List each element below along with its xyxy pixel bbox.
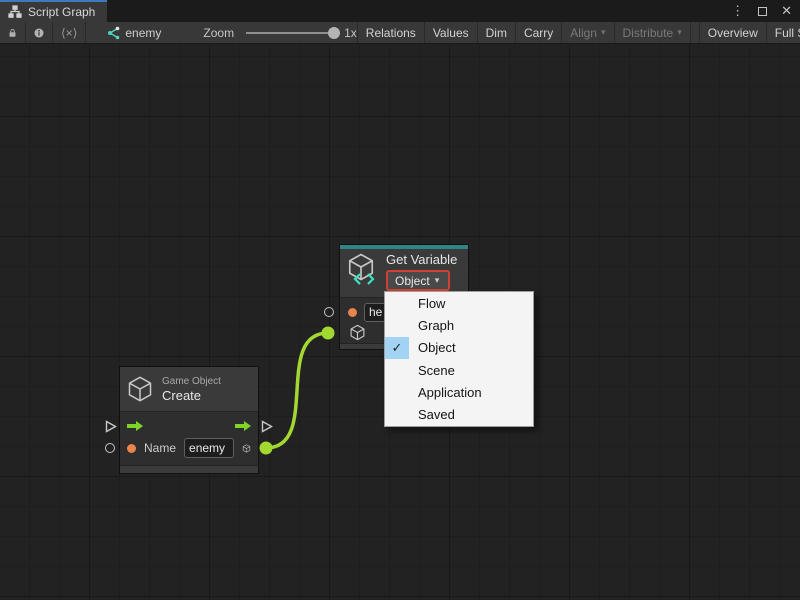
zoom-value: 1x <box>344 26 357 40</box>
menu-item-object[interactable]: ✓ Object <box>385 337 533 359</box>
menu-item-flow[interactable]: Flow <box>385 292 533 314</box>
cube-icon <box>349 324 366 341</box>
menu-item-label: Object <box>409 340 456 355</box>
script-graph-icon <box>8 5 22 19</box>
values-label: Values <box>433 26 469 40</box>
overview-label: Overview <box>708 26 758 40</box>
graph-icon <box>106 26 120 40</box>
flow-input-port-triangle[interactable] <box>105 420 117 433</box>
zoom-slider-handle[interactable] <box>328 27 340 39</box>
flow-arrow-icon[interactable] <box>234 420 252 432</box>
node-title: Create <box>162 388 221 404</box>
close-icon[interactable]: ✕ <box>781 3 792 19</box>
zoom-slider[interactable] <box>246 32 338 34</box>
scope-dropdown-menu: Flow Graph ✓ Object Scene Application Sa… <box>384 291 534 427</box>
name-value-field[interactable] <box>184 438 234 458</box>
node-footer <box>120 465 258 473</box>
overview-button[interactable]: Overview <box>700 22 766 43</box>
wire-end-dot <box>322 327 335 340</box>
flow-arrow-icon[interactable] <box>126 420 144 432</box>
dim-label: Dim <box>486 26 507 40</box>
check-cell <box>385 381 409 403</box>
maximize-icon[interactable] <box>758 7 767 16</box>
window-menu-button[interactable]: ⋮ <box>731 3 744 19</box>
full-screen-button[interactable]: Full Screen <box>767 22 800 43</box>
full-screen-label: Full Screen <box>775 26 800 40</box>
check-cell <box>385 314 409 336</box>
cube-icon <box>126 375 154 403</box>
info-icon <box>34 26 44 40</box>
align-label: Align <box>570 26 597 40</box>
carry-button[interactable]: Carry <box>516 22 561 43</box>
window-controls: ⋮ ✕ <box>731 0 800 22</box>
chevron-down-icon: ▾ <box>601 27 606 38</box>
check-cell <box>385 292 409 314</box>
toolbar-right-group: Relations Values Dim Carry Align ▾ Distr… <box>357 22 800 43</box>
scope-label: Object <box>395 274 430 288</box>
relations-label: Relations <box>366 26 416 40</box>
tab-script-graph[interactable]: Script Graph <box>0 0 107 22</box>
zoom-label: Zoom <box>203 26 234 40</box>
distribute-label: Distribute <box>623 26 674 40</box>
node-header: Game Object Create <box>120 367 258 411</box>
teal-brackets-icon <box>353 273 375 285</box>
lock-icon <box>8 26 17 40</box>
node-body: Name <box>120 411 258 465</box>
chevron-down-icon: ▾ <box>435 275 440 286</box>
menu-item-label: Saved <box>409 407 455 422</box>
node-create-game-object[interactable]: Game Object Create Name <box>120 367 258 473</box>
menu-item-label: Graph <box>409 318 454 333</box>
toolbar-gap <box>691 22 699 43</box>
code-icon: ⟨×⟩ <box>61 26 77 40</box>
graph-canvas[interactable]: Get Variable Object ▾ <box>0 44 800 600</box>
menu-item-label: Scene <box>409 363 455 378</box>
variable-scope-dropdown[interactable]: Object ▾ <box>386 270 450 291</box>
toolbar-divider <box>85 22 86 43</box>
input-label: Name <box>144 441 176 455</box>
distribute-button[interactable]: Distribute ▾ <box>615 22 690 43</box>
node-header: Get Variable Object ▾ <box>340 249 468 297</box>
menu-item-scene[interactable]: Scene <box>385 359 533 381</box>
graph-toolbar: ⟨×⟩ enemy Zoom 1x Relations Values Dim C… <box>0 22 800 44</box>
node-category: Game Object <box>162 375 221 388</box>
align-button[interactable]: Align ▾ <box>562 22 613 43</box>
info-button[interactable] <box>26 22 52 43</box>
string-port-dot[interactable] <box>348 308 357 317</box>
port-row-object <box>349 324 366 341</box>
lock-button[interactable] <box>0 22 25 43</box>
chevron-down-icon: ▾ <box>677 27 682 38</box>
name-port-row: Name <box>127 438 251 458</box>
wire-start-dot <box>260 442 273 455</box>
graph-breadcrumb[interactable]: enemy <box>106 26 161 40</box>
node-title: Get Variable <box>386 252 457 268</box>
checkmark-icon: ✓ <box>385 337 409 359</box>
carry-label: Carry <box>524 26 553 40</box>
menu-item-graph[interactable]: Graph <box>385 314 533 336</box>
graph-name: enemy <box>125 26 161 40</box>
flow-output-port-triangle[interactable] <box>261 420 273 433</box>
menu-item-saved[interactable]: Saved <box>385 404 533 426</box>
menu-item-application[interactable]: Application <box>385 381 533 403</box>
cube-icon <box>242 440 251 457</box>
tab-label: Script Graph <box>28 5 95 19</box>
input-port-circle[interactable] <box>324 307 334 317</box>
check-cell <box>385 359 409 381</box>
flow-port-row <box>126 416 252 436</box>
string-port-dot[interactable] <box>127 444 136 453</box>
menu-item-label: Flow <box>409 296 445 311</box>
tab-bar: Script Graph ⋮ ✕ <box>0 0 800 22</box>
values-button[interactable]: Values <box>425 22 477 43</box>
check-cell <box>385 404 409 426</box>
menu-item-label: Application <box>409 385 482 400</box>
input-port-circle[interactable] <box>105 443 115 453</box>
code-view-button[interactable]: ⟨×⟩ <box>53 22 85 43</box>
dim-button[interactable]: Dim <box>478 22 515 43</box>
relations-button[interactable]: Relations <box>358 22 424 43</box>
zoom-control: Zoom 1x <box>203 26 356 40</box>
